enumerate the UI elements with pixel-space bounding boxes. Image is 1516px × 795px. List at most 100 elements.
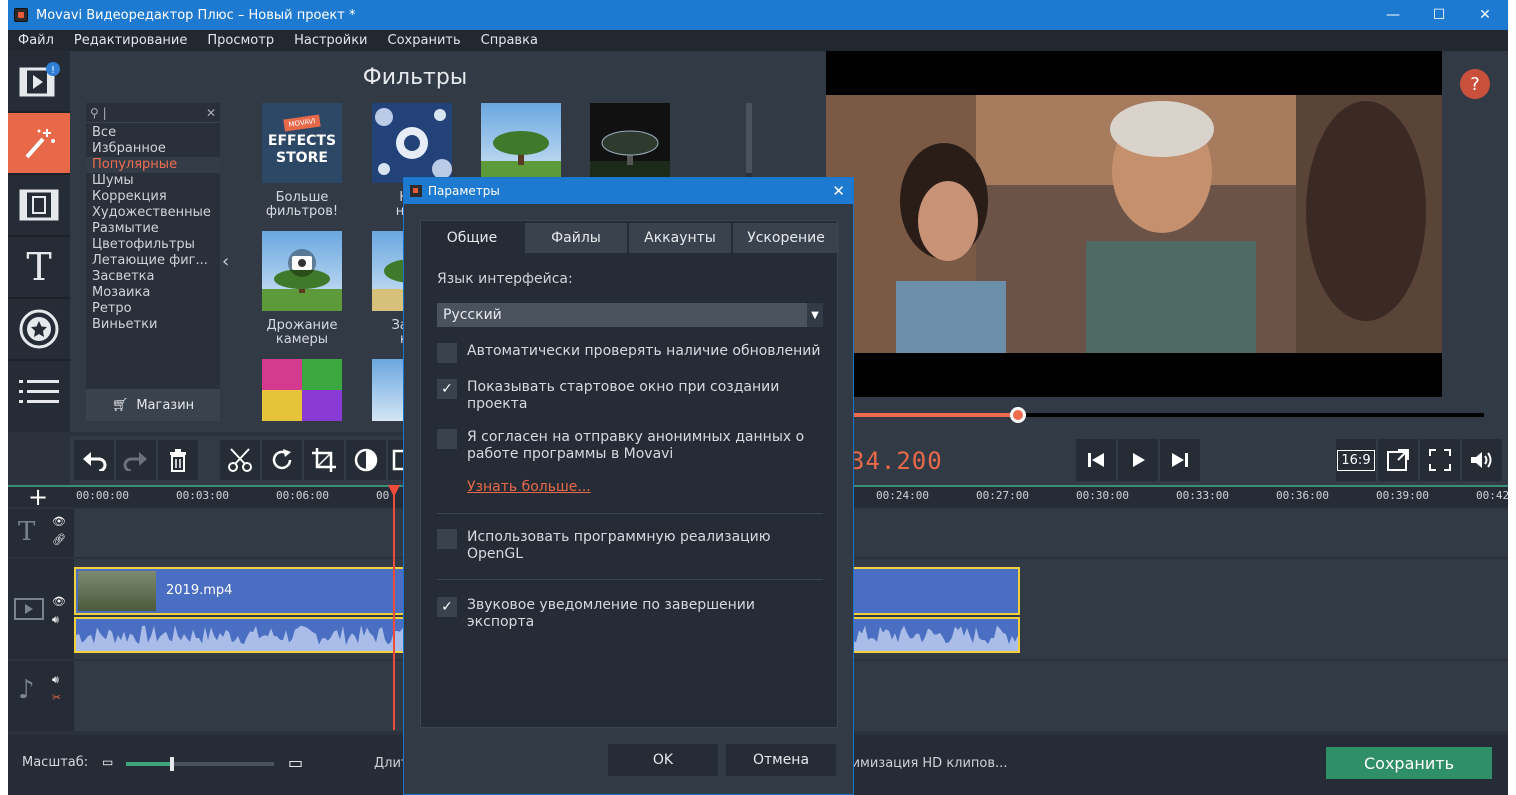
crop-button[interactable]: [304, 440, 344, 480]
skip-back-button[interactable]: [1076, 439, 1116, 481]
ruler-tick: 00:33:00: [1176, 489, 1229, 502]
filter-category-noise[interactable]: Шумы: [86, 173, 220, 189]
undo-button[interactable]: [74, 440, 114, 480]
auto-updates-checkbox[interactable]: [437, 343, 457, 363]
filter-category-all[interactable]: Все: [86, 125, 220, 141]
filter-search-input[interactable]: ⚲ | ✕: [86, 103, 220, 123]
filter-category-artistic[interactable]: Художественные: [86, 205, 220, 221]
skip-forward-button[interactable]: [1160, 439, 1200, 481]
menu-view[interactable]: Просмотр: [197, 33, 284, 48]
zoom-out-icon[interactable]: ▭: [102, 755, 113, 769]
learn-more-link[interactable]: Узнать больше...: [467, 479, 591, 495]
save-button[interactable]: Сохранить: [1326, 747, 1492, 779]
close-button[interactable]: ✕: [1462, 0, 1508, 30]
add-track-button[interactable]: +: [28, 483, 48, 511]
play-button[interactable]: [1118, 439, 1158, 481]
title-track-header: T 👁︎ 🔗︎: [8, 509, 74, 557]
store-button[interactable]: 🛒︎ Магазин: [86, 389, 220, 421]
start-window-label: Показывать стартовое окно при создании п…: [467, 379, 780, 412]
zoom-knob[interactable]: [170, 757, 175, 771]
redo-button[interactable]: [116, 440, 156, 480]
minimize-button[interactable]: —: [1370, 0, 1416, 30]
unlink-icon[interactable]: ✂: [52, 691, 61, 704]
opengl-label: Использовать программную реализацию Open…: [467, 529, 771, 562]
start-window-checkbox[interactable]: ✓: [437, 379, 457, 399]
split-button[interactable]: [220, 440, 260, 480]
new-set-thumb[interactable]: [372, 103, 452, 183]
volume-button[interactable]: [1462, 439, 1502, 481]
app-logo-icon: [410, 185, 422, 197]
ok-button[interactable]: OK: [608, 744, 718, 776]
detach-preview-button[interactable]: [1378, 439, 1418, 481]
video-preview[interactable]: [826, 51, 1442, 397]
clear-search-icon[interactable]: ✕: [206, 106, 216, 120]
filters-button[interactable]: [8, 113, 70, 175]
more-tools-button[interactable]: [8, 361, 70, 423]
clip-thumbnail: [78, 571, 156, 611]
dialog-tabs: Общие Файлы Аккаунты Ускорение: [421, 221, 839, 255]
ruler-tick: 00:27:00: [976, 489, 1029, 502]
titles-button[interactable]: T: [8, 237, 70, 299]
maximize-button[interactable]: ☐: [1416, 0, 1462, 30]
filter-category-favorites[interactable]: Избранное: [86, 141, 220, 157]
split-color-thumb[interactable]: [262, 359, 342, 421]
search-icon: ⚲: [90, 105, 99, 120]
zoom-slider[interactable]: [126, 757, 274, 771]
filter-category-popular[interactable]: Популярные: [86, 157, 220, 173]
camera-shake-thumb[interactable]: [262, 231, 342, 311]
filter-category-vignettes[interactable]: Виньетки: [86, 317, 220, 333]
rotate-button[interactable]: [262, 440, 302, 480]
export-sound-checkbox[interactable]: ✓: [437, 597, 457, 617]
language-select[interactable]: Русский ▼: [437, 303, 823, 327]
dialog-close-button[interactable]: ✕: [832, 182, 845, 200]
filter-category-retro[interactable]: Ретро: [86, 301, 220, 317]
filters-prev-button[interactable]: ‹: [222, 251, 229, 272]
transitions-button[interactable]: [8, 175, 70, 237]
opengl-checkbox[interactable]: [437, 529, 457, 549]
mute-icon[interactable]: 🔊︎: [52, 673, 59, 687]
divider: [437, 579, 823, 580]
delete-button[interactable]: [158, 440, 198, 480]
eye-icon[interactable]: 👁︎: [52, 595, 66, 608]
filter-category-correction[interactable]: Коррекция: [86, 189, 220, 205]
menu-edit[interactable]: Редактирование: [64, 33, 197, 48]
mute-icon[interactable]: 🔊︎: [52, 613, 59, 627]
menu-save[interactable]: Сохранить: [378, 33, 471, 48]
filter-category-flying[interactable]: Летающие фиг...: [86, 253, 220, 269]
anonymous-data-checkbox[interactable]: [437, 429, 457, 449]
tab-acceleration[interactable]: Ускорение: [733, 223, 839, 253]
tree-filter-thumb-1[interactable]: [481, 103, 561, 183]
filter-category-blur[interactable]: Размытие: [86, 221, 220, 237]
rotate-icon: [272, 449, 292, 470]
hd-optimization-text: тимизация HD клипов...: [844, 756, 1008, 771]
filter-category-light-leaks[interactable]: Засветка: [86, 269, 220, 285]
import-button[interactable]: !: [8, 51, 70, 113]
color-adjust-button[interactable]: [346, 440, 386, 480]
progress-knob[interactable]: [1010, 407, 1026, 423]
menu-file[interactable]: Файл: [8, 33, 64, 48]
fullscreen-button[interactable]: [1420, 439, 1460, 481]
filter-category-color[interactable]: Цветофильтры: [86, 237, 220, 253]
link-icon[interactable]: 🔗︎: [52, 533, 66, 546]
zoom-in-icon[interactable]: ▭: [288, 753, 303, 772]
ornament-pattern-icon: [375, 108, 452, 179]
tab-general[interactable]: Общие: [421, 221, 525, 255]
video-frame-image: [826, 95, 1442, 397]
help-button[interactable]: ?: [1460, 69, 1490, 99]
playback-progress[interactable]: [850, 407, 1484, 423]
filter-category-mosaic[interactable]: Мозаика: [86, 285, 220, 301]
eye-icon[interactable]: 👁︎: [52, 515, 66, 528]
chevron-down-icon[interactable]: ▼: [807, 303, 823, 327]
effects-store-thumb[interactable]: MOVAVI EFFECTS STORE: [262, 103, 342, 183]
stickers-button[interactable]: [8, 299, 70, 361]
dialog-title: Параметры: [428, 184, 500, 198]
tree-filter-thumb-2[interactable]: [590, 103, 670, 183]
cancel-button[interactable]: Отмена: [726, 744, 836, 776]
tab-accounts[interactable]: Аккаунты: [629, 223, 733, 253]
menu-help[interactable]: Справка: [471, 33, 548, 48]
aspect-ratio-button[interactable]: 16:9: [1336, 439, 1376, 481]
option-start-window: ✓ Показывать стартовое окно при создании…: [437, 379, 823, 413]
tab-files[interactable]: Файлы: [525, 223, 629, 253]
timeline-playhead[interactable]: [393, 485, 395, 730]
menu-settings[interactable]: Настройки: [284, 33, 377, 48]
